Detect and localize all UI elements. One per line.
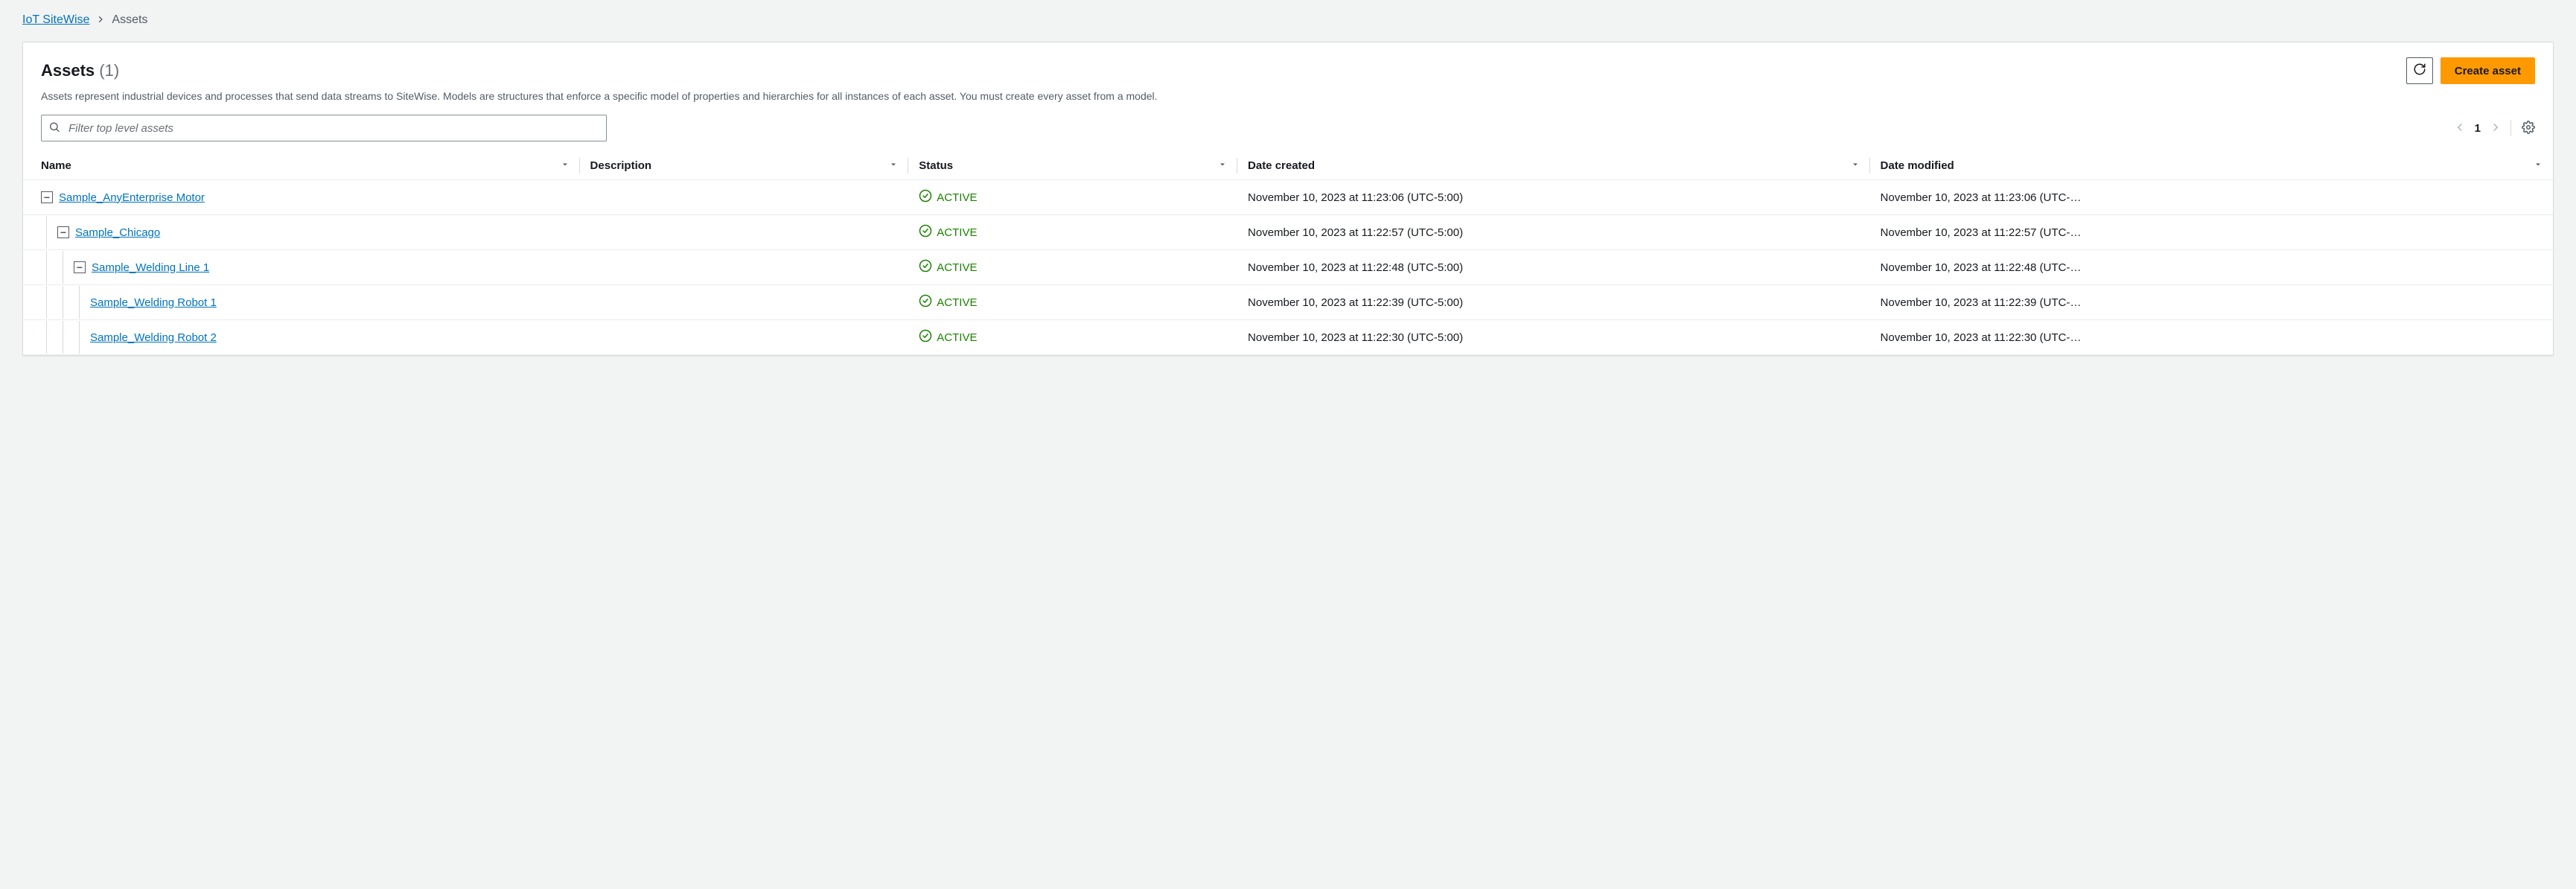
column-header-created[interactable]: Date created bbox=[1237, 152, 1870, 180]
panel-description: Assets represent industrial devices and … bbox=[41, 89, 2535, 104]
status-text: ACTIVE bbox=[937, 296, 977, 309]
cell-description bbox=[580, 250, 909, 285]
refresh-icon bbox=[2413, 63, 2426, 79]
sort-icon[interactable] bbox=[2534, 159, 2542, 172]
sort-icon[interactable] bbox=[561, 159, 570, 172]
sort-icon[interactable] bbox=[889, 159, 898, 172]
next-page-button[interactable] bbox=[2491, 122, 2500, 134]
check-circle-icon bbox=[919, 224, 932, 240]
table-row: Sample_Welding Robot 2 ACTIVE November 10,… bbox=[23, 320, 2553, 355]
tree-guide bbox=[46, 286, 57, 319]
asset-name-link[interactable]: Sample_Welding Robot 2 bbox=[90, 331, 217, 344]
chevron-left-icon bbox=[2455, 122, 2464, 134]
title-count: (1) bbox=[99, 61, 119, 80]
cell-date-modified: November 10, 2023 at 11:22:57 (UTC-… bbox=[1870, 215, 2553, 250]
search-icon bbox=[48, 121, 60, 136]
tree-guide bbox=[79, 321, 90, 354]
column-header-name[interactable]: Name bbox=[23, 152, 580, 180]
cell-date-created: November 10, 2023 at 11:22:39 (UTC-5:00) bbox=[1237, 285, 1870, 320]
chevron-right-icon bbox=[97, 13, 104, 27]
status-badge: ACTIVE bbox=[919, 294, 1227, 310]
column-header-status[interactable]: Status bbox=[908, 152, 1237, 180]
sort-icon[interactable] bbox=[1218, 159, 1227, 172]
settings-button[interactable] bbox=[2522, 121, 2535, 136]
cell-description bbox=[580, 180, 909, 215]
create-asset-button[interactable]: Create asset bbox=[2440, 57, 2535, 84]
status-text: ACTIVE bbox=[937, 331, 977, 344]
table-row: −Sample_Chicago ACTIVE November 10, 2023 a… bbox=[23, 215, 2553, 250]
assets-panel: Assets (1) Create asset Assets represent… bbox=[22, 42, 2554, 356]
tree-collapse-icon[interactable]: − bbox=[57, 226, 69, 238]
refresh-button[interactable] bbox=[2406, 57, 2433, 84]
cell-date-modified: November 10, 2023 at 11:22:48 (UTC-… bbox=[1870, 250, 2553, 285]
column-label: Name bbox=[41, 159, 71, 172]
tree-guide bbox=[46, 216, 57, 249]
cell-date-created: November 10, 2023 at 11:23:06 (UTC-5:00) bbox=[1237, 180, 1870, 215]
assets-table: Name Description Status bbox=[23, 152, 2553, 355]
page-title: Assets (1) bbox=[41, 61, 119, 80]
gear-icon bbox=[2522, 121, 2535, 136]
pager-divider bbox=[2510, 120, 2511, 136]
status-badge: ACTIVE bbox=[919, 189, 1227, 205]
status-badge: ACTIVE bbox=[919, 329, 1227, 345]
cell-date-modified: November 10, 2023 at 11:22:30 (UTC-… bbox=[1870, 320, 2553, 355]
breadcrumb-root-link[interactable]: IoT SiteWise bbox=[22, 13, 89, 27]
search-container bbox=[41, 115, 607, 141]
status-badge: ACTIVE bbox=[919, 224, 1227, 240]
cell-date-created: November 10, 2023 at 11:22:57 (UTC-5:00) bbox=[1237, 215, 1870, 250]
tree-guide bbox=[63, 321, 74, 354]
cell-date-created: November 10, 2023 at 11:22:48 (UTC-5:00) bbox=[1237, 250, 1870, 285]
check-circle-icon bbox=[919, 329, 932, 345]
column-label: Date modified bbox=[1881, 159, 1954, 172]
title-text: Assets bbox=[41, 61, 95, 80]
check-circle-icon bbox=[919, 294, 932, 310]
cell-description bbox=[580, 215, 909, 250]
status-text: ACTIVE bbox=[937, 226, 977, 239]
cell-date-modified: November 10, 2023 at 11:22:39 (UTC-… bbox=[1870, 285, 2553, 320]
sort-icon[interactable] bbox=[1851, 159, 1860, 172]
cell-date-created: November 10, 2023 at 11:22:30 (UTC-5:00) bbox=[1237, 320, 1870, 355]
asset-name-link[interactable]: Sample_Chicago bbox=[75, 226, 160, 239]
tree-collapse-icon[interactable]: − bbox=[74, 261, 86, 273]
check-circle-icon bbox=[919, 259, 932, 275]
page-number: 1 bbox=[2475, 122, 2481, 135]
tree-guide bbox=[63, 286, 74, 319]
pagination: 1 bbox=[2455, 120, 2535, 136]
search-input[interactable] bbox=[41, 115, 607, 141]
table-row: −Sample_AnyEnterprise Motor ACTIVE Novembe… bbox=[23, 180, 2553, 215]
column-label: Status bbox=[919, 159, 953, 172]
asset-name-link[interactable]: Sample_Welding Robot 1 bbox=[90, 296, 217, 309]
table-row: −Sample_Welding Line 1 ACTIVE November 10,… bbox=[23, 250, 2553, 285]
breadcrumb-current: Assets bbox=[112, 13, 147, 27]
tree-guide bbox=[79, 286, 90, 319]
tree-guide bbox=[46, 251, 57, 284]
status-text: ACTIVE bbox=[937, 261, 977, 274]
tree-guide bbox=[63, 251, 74, 284]
check-circle-icon bbox=[919, 189, 932, 205]
asset-name-link[interactable]: Sample_Welding Line 1 bbox=[92, 261, 209, 274]
tree-collapse-icon[interactable]: − bbox=[41, 191, 53, 203]
chevron-right-icon bbox=[2491, 122, 2500, 134]
column-header-modified[interactable]: Date modified bbox=[1870, 152, 2553, 180]
cell-date-modified: November 10, 2023 at 11:23:06 (UTC-… bbox=[1870, 180, 2553, 215]
prev-page-button[interactable] bbox=[2455, 122, 2464, 134]
tree-guide bbox=[46, 321, 57, 354]
breadcrumb: IoT SiteWise Assets bbox=[22, 9, 2554, 31]
asset-name-link[interactable]: Sample_AnyEnterprise Motor bbox=[59, 191, 205, 204]
column-label: Description bbox=[590, 159, 652, 172]
status-badge: ACTIVE bbox=[919, 259, 1227, 275]
cell-description bbox=[580, 285, 909, 320]
column-header-description[interactable]: Description bbox=[580, 152, 909, 180]
status-text: ACTIVE bbox=[937, 191, 977, 204]
cell-description bbox=[580, 320, 909, 355]
table-row: Sample_Welding Robot 1 ACTIVE November 10,… bbox=[23, 285, 2553, 320]
column-label: Date created bbox=[1248, 159, 1315, 172]
